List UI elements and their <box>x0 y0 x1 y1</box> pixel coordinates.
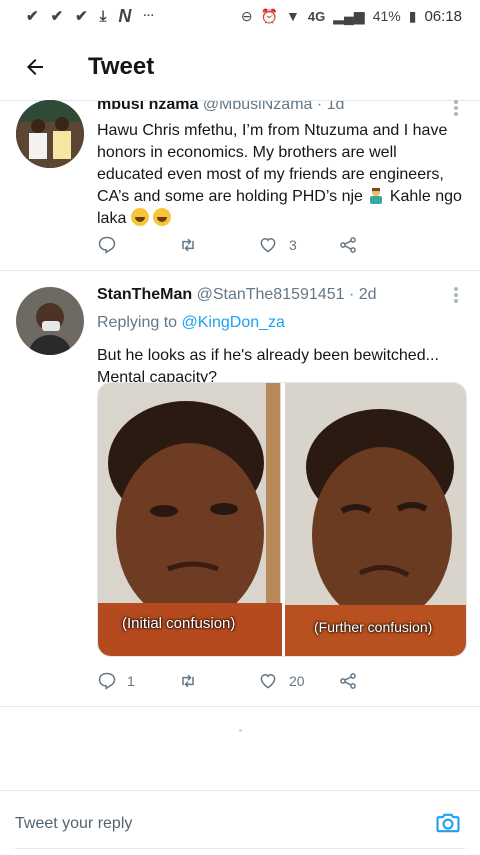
do-not-disturb-icon: ⊖ <box>240 7 253 24</box>
back-arrow-icon <box>27 59 43 75</box>
check-notification-icon: ✔ <box>26 8 39 25</box>
avatar[interactable] <box>16 100 84 168</box>
heart-icon <box>260 237 276 253</box>
retweet-icon <box>182 238 194 252</box>
alarm-icon: ⏰ <box>260 7 279 24</box>
tweet-header: mbusi nzama @MbusiNzama · 1d <box>97 96 345 113</box>
display-name[interactable]: StanTheMan <box>97 286 192 303</box>
status-bar: ✔ ✔ ✔ ⤓ N ··· ⊖ ⏰ ▼ 4G ▂▄▆ 41% ▮ 06:18 <box>0 0 480 32</box>
handle[interactable]: @MbusiNzama <box>203 101 313 113</box>
like-button[interactable]: 3 <box>257 235 337 255</box>
person-shrugging-emoji-icon <box>370 188 383 204</box>
timestamp: 1d <box>326 96 345 113</box>
like-count: 3 <box>289 237 297 253</box>
tweet-card[interactable]: mbusi nzama @MbusiNzama · 1d Hawu Chris … <box>0 90 480 270</box>
grinning-emoji-icon <box>130 208 149 226</box>
back-button[interactable] <box>20 52 50 82</box>
meme-caption-left: (Initial confusion) <box>122 615 236 632</box>
handle[interactable]: @StanThe81591451 <box>197 286 345 303</box>
avatar[interactable] <box>16 287 84 355</box>
reply-input[interactable]: Tweet your reply <box>15 815 132 833</box>
camera-icon <box>436 813 460 833</box>
share-button[interactable] <box>337 671 417 691</box>
timestamp: 2d <box>358 286 377 303</box>
heart-icon <box>260 673 276 689</box>
reply-icon <box>98 672 116 690</box>
retweet-button[interactable] <box>177 235 257 255</box>
notification-icons: ✔ ✔ ✔ ⤓ N ··· <box>0 6 154 27</box>
retweet-icon <box>182 674 194 688</box>
reply-button[interactable] <box>97 235 177 255</box>
reply-button[interactable]: 1 <box>97 671 177 691</box>
mention-link[interactable]: @KingDon_za <box>182 314 285 331</box>
grinning-emoji-icon <box>153 208 172 226</box>
battery-icon: ▮ <box>408 7 417 24</box>
loading-dot <box>239 729 242 732</box>
check-notification-icon: ✔ <box>75 8 88 25</box>
more-notifications-icon: ··· <box>143 10 155 22</box>
more-options-icon[interactable] <box>454 285 460 305</box>
meme-caption-right: (Further confusion) <box>314 619 433 635</box>
reply-count: 1 <box>127 673 135 689</box>
like-button[interactable]: 20 <box>257 671 337 691</box>
like-count: 20 <box>289 673 305 689</box>
battery-percent: 41% <box>372 8 401 24</box>
app-bar: Tweet <box>0 36 480 98</box>
tweet-header: StanTheMan @StanThe81591451 · 2d <box>97 286 377 303</box>
composer-underline <box>15 848 465 849</box>
reply-icon <box>98 236 116 254</box>
network-type-label: 4G <box>307 8 326 24</box>
retweet-button[interactable] <box>177 671 257 691</box>
tweet-media-image[interactable]: (Initial confusion) (Further confusion) <box>97 382 467 657</box>
share-icon <box>340 237 356 253</box>
more-options-icon[interactable] <box>454 98 460 118</box>
share-button[interactable] <box>337 235 417 255</box>
camera-button[interactable] <box>434 809 462 837</box>
tweet-text: Hawu Chris mfethu, I’m from Ntuzuma and … <box>97 122 462 227</box>
signal-icon: ▂▄▆ <box>333 7 365 24</box>
tweet-actions: 1 20 <box>97 667 417 695</box>
display-name[interactable]: mbusi nzama <box>97 101 198 113</box>
share-icon <box>340 673 356 689</box>
clock: 06:18 <box>424 7 462 25</box>
replying-to: Replying to @KingDon_za <box>97 314 285 331</box>
tweet-actions: 3 <box>97 231 417 259</box>
app-n-icon: N <box>118 5 132 26</box>
wifi-icon: ▼ <box>286 8 300 24</box>
tweet-divider <box>0 706 480 707</box>
page-title: Tweet <box>88 53 155 80</box>
check-notification-icon: ✔ <box>50 8 64 25</box>
reply-composer: Tweet your reply <box>0 790 480 855</box>
download-icon: ⤓ <box>99 7 107 25</box>
